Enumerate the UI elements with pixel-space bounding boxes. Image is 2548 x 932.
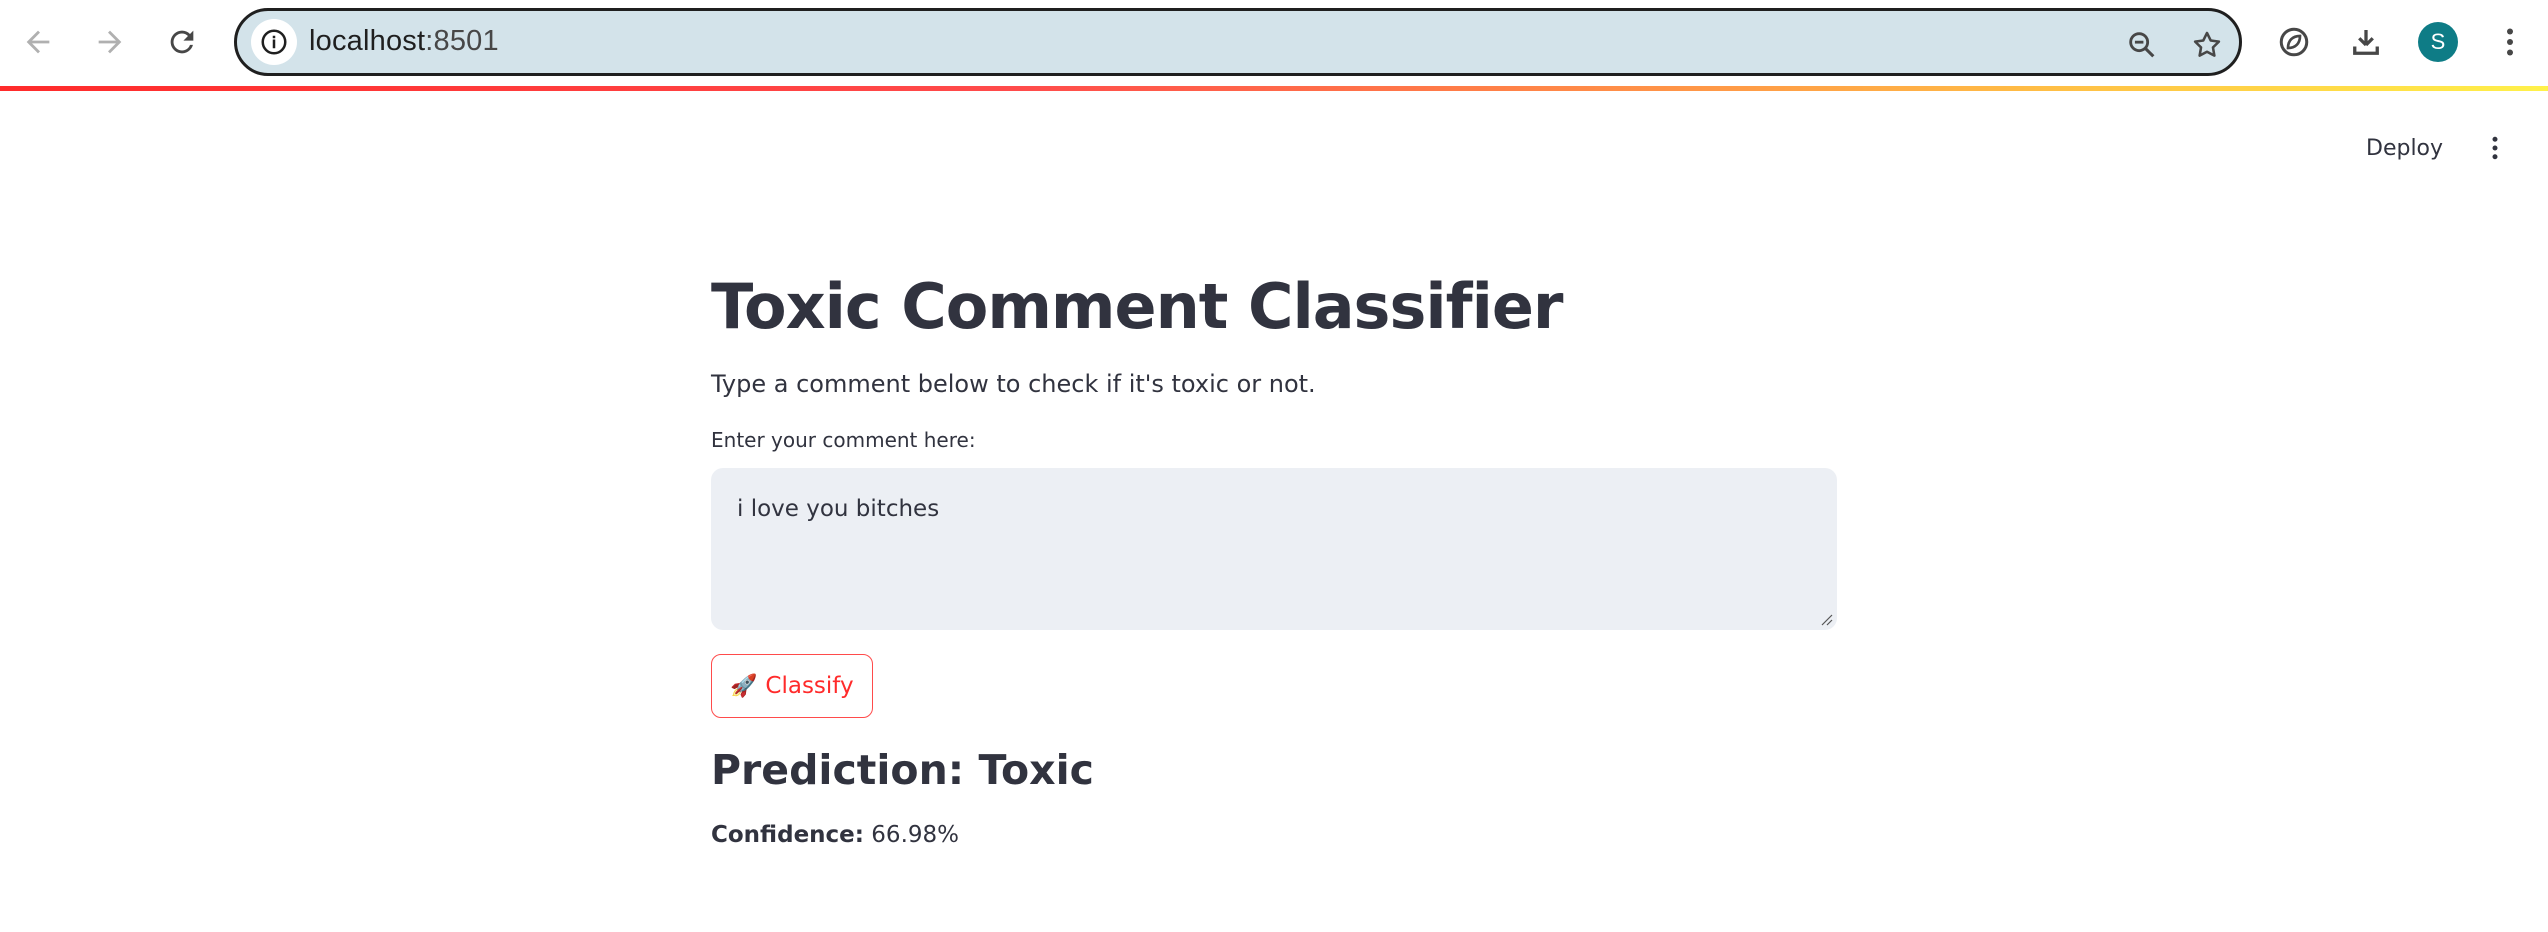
arrow-left-icon (26, 30, 50, 54)
info-icon (261, 29, 287, 55)
bookmark-button[interactable] (2187, 25, 2227, 65)
reload-icon (170, 30, 194, 54)
more-vert-icon (2507, 28, 2513, 56)
extension-button[interactable] (2272, 20, 2316, 64)
forward-button[interactable] (82, 14, 138, 70)
profile-avatar[interactable]: S (2418, 22, 2458, 62)
star-icon (2193, 31, 2221, 57)
site-info-button[interactable] (251, 19, 297, 65)
zoom-button[interactable] (2122, 25, 2162, 65)
classify-button[interactable]: 🚀 Classify (711, 654, 873, 719)
url-port: :8501 (425, 25, 499, 57)
back-button[interactable] (10, 14, 66, 70)
reload-button[interactable] (154, 14, 210, 70)
comment-input-label: Enter your comment here: (711, 428, 976, 453)
zoom-out-icon (2129, 32, 2155, 58)
more-vert-icon (2492, 136, 2498, 160)
arrow-right-icon (98, 30, 122, 54)
comment-textarea[interactable]: i love you bitches (711, 468, 1837, 631)
main-content: Toxic Comment Classifier Type a comment … (711, 270, 1837, 848)
confidence-value: 66.98% (871, 822, 959, 849)
streamlit-decoration-bar (0, 86, 2548, 91)
resize-handle-icon[interactable] (1817, 610, 1833, 626)
browser-menu-button[interactable] (2488, 20, 2532, 64)
confidence-label: Confidence: (711, 822, 864, 849)
browser-toolbar: localhost:8501 S (0, 0, 2548, 86)
rocket-icon: 🚀 (730, 673, 758, 699)
classify-label: Classify (765, 673, 854, 700)
confidence-text: Confidence: 66.98% (711, 822, 1837, 848)
page-description: Type a comment below to check if it's to… (711, 370, 1316, 399)
page-title: Toxic Comment Classifier (711, 270, 1563, 343)
url-host: localhost (309, 25, 426, 57)
deploy-button[interactable]: Deploy (2366, 130, 2443, 166)
download-icon (2353, 30, 2379, 55)
downloads-button[interactable] (2344, 20, 2388, 64)
app-menu-button[interactable] (2478, 128, 2512, 168)
url-text: localhost:8501 (309, 25, 499, 58)
address-bar[interactable]: localhost:8501 (234, 8, 2242, 76)
comment-text: i love you bitches (737, 496, 940, 523)
leaf-icon (2279, 27, 2309, 57)
prediction-heading: Prediction: Toxic (711, 746, 1094, 795)
